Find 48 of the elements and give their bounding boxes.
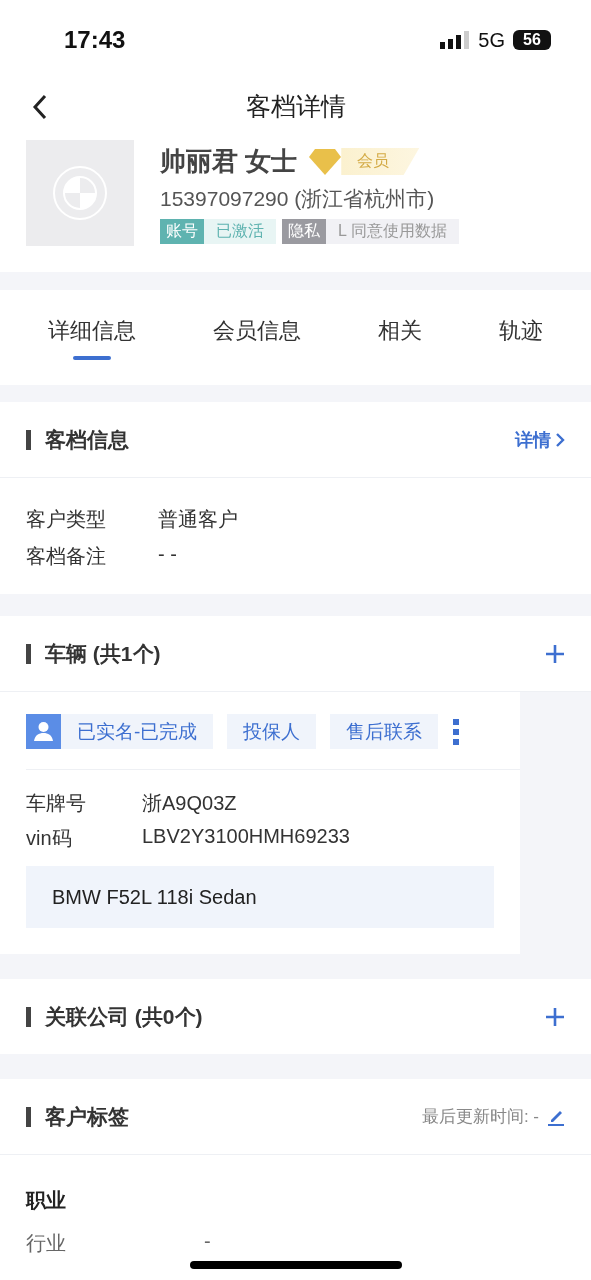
page-title: 客档详情 [245, 90, 346, 122]
tag-value: L 同意使用数据 [326, 219, 459, 244]
field-value: - [204, 1230, 211, 1254]
section-marker [26, 429, 31, 450]
tag-label: 隐私 [282, 219, 326, 244]
role-tag: 已实名-已完成 [26, 714, 214, 749]
add-icon[interactable] [545, 1006, 565, 1027]
field-value: 浙A9Q03Z [142, 791, 237, 816]
tag-value: 已激活 [204, 219, 276, 244]
tab[interactable]: 相关 [377, 315, 422, 360]
field-label: 客户类型 [26, 507, 107, 532]
field-value: 普通客户 [158, 507, 238, 532]
add-icon[interactable] [545, 643, 565, 664]
member-badge: 会员 [341, 148, 420, 175]
status-time: 17:43 [64, 26, 126, 54]
more-icon[interactable] [452, 718, 461, 745]
section-marker [26, 1106, 31, 1127]
field-label: vin码 [26, 826, 73, 851]
tab[interactable]: 详细信息 [48, 315, 137, 360]
field-label: 行业 [26, 1231, 67, 1256]
field-value: - - [158, 543, 177, 567]
tab[interactable]: 会员信息 [213, 315, 302, 360]
tag-label: 账号 [160, 219, 204, 244]
battery-indicator: 56 [513, 30, 551, 50]
details-link[interactable]: 详情 [515, 427, 565, 452]
update-time: 最后更新时间: - [421, 1106, 539, 1128]
section-marker [26, 1006, 31, 1027]
network-label: 5G [478, 28, 505, 52]
diamond-icon [309, 148, 342, 175]
field-value: LBV2Y3100HMH69233 [142, 825, 350, 849]
field-label: 车牌号 [26, 791, 87, 816]
role-tag: 售后联系 [330, 714, 439, 749]
group-title: 职业 [24, 1188, 67, 1213]
tab[interactable]: 轨迹 [498, 315, 543, 360]
phone-number: 15397097290 (浙江省杭州市) [160, 186, 436, 212]
vehicle-model: BMW F52L 118i Sedan [26, 866, 494, 928]
section-title: 关联公司 (共0个) [45, 1003, 203, 1030]
back-icon[interactable] [32, 94, 48, 120]
chevron-icon [555, 431, 565, 448]
section-title: 客档信息 [45, 426, 129, 453]
section-title: 客户标签 [45, 1103, 129, 1130]
signal-icon [440, 31, 471, 49]
role-tag: 投保人 [227, 714, 317, 749]
field-label: 客档备注 [26, 544, 107, 569]
section-marker [26, 643, 31, 664]
customer-name: 帅丽君 女士 [160, 145, 298, 178]
person-icon [26, 714, 61, 749]
section-title: 车辆 (共1个) [45, 640, 161, 667]
